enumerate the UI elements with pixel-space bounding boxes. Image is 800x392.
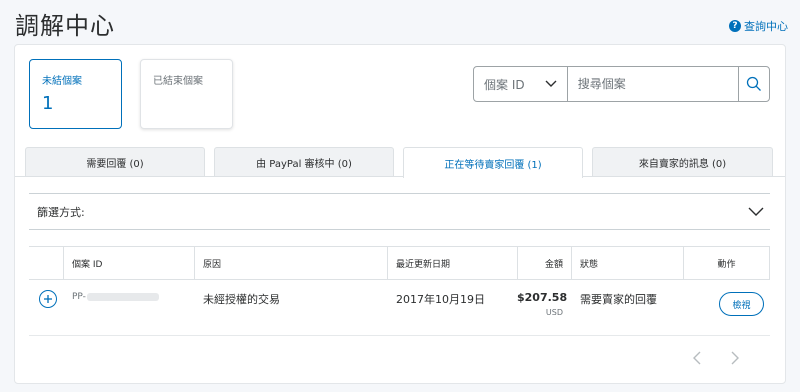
tab-awaiting-seller[interactable]: 正在等待賣家回覆 (1) — [403, 147, 583, 178]
search-type-value: 個案 ID — [484, 77, 525, 92]
tab-action-required[interactable]: 需要回覆 (0) — [25, 147, 205, 177]
prev-page-button[interactable] — [692, 350, 702, 369]
chevron-down-icon — [545, 80, 557, 87]
open-cases-count: 1 — [42, 93, 54, 114]
amount-value: $207.58 — [517, 291, 568, 304]
chevron-right-icon — [731, 351, 739, 365]
search-input[interactable] — [567, 67, 738, 101]
filter-label: 篩選方式: — [37, 205, 85, 219]
open-cases-label: 未結個案 — [42, 76, 82, 87]
case-id-prefix: PP- — [72, 292, 86, 302]
cases-table: 個案 ID 原因 最近更新日期 金額 狀態 動作 PP- 未經授權的交易 201… — [29, 246, 770, 336]
help-center-link[interactable]: ? 查詢中心 — [729, 18, 788, 34]
next-page-button[interactable] — [730, 350, 740, 369]
column-header-updated: 最近更新日期 — [387, 247, 517, 280]
chevron-left-icon — [693, 351, 701, 365]
search-icon — [746, 76, 761, 91]
closed-cases-card[interactable]: 已結束個案 — [140, 59, 233, 129]
table-header: 個案 ID 原因 最近更新日期 金額 狀態 動作 — [29, 246, 770, 280]
filter-bar[interactable]: 篩選方式: — [29, 193, 770, 230]
case-status: 需要賣家的回覆 — [580, 293, 657, 306]
search-button[interactable] — [737, 67, 769, 101]
case-id: PP- — [72, 292, 159, 302]
tab-divider — [15, 176, 785, 177]
tab-under-review[interactable]: 由 PayPal 審核中 (0) — [214, 147, 394, 177]
plus-icon — [44, 295, 52, 303]
case-search: 個案 ID — [473, 66, 770, 102]
column-header-status: 狀態 — [571, 247, 683, 280]
search-type-select[interactable]: 個案 ID — [474, 67, 568, 101]
column-header-reason: 原因 — [194, 247, 387, 280]
case-amount: $207.58 USD — [517, 291, 568, 317]
closed-cases-label: 已結束個案 — [153, 76, 203, 87]
column-header-case-id: 個案 ID — [63, 247, 194, 280]
case-reason: 未經授權的交易 — [203, 293, 280, 306]
column-header-amount: 金額 — [517, 247, 571, 280]
main-panel: 未結個案 1 已結束個案 個案 ID 需要回覆 (0) 由 PayPal 審核中… — [14, 44, 786, 384]
table-row: PP- 未經授權的交易 2017年10月19日 $207.58 USD 需要賣家… — [29, 280, 770, 336]
chevron-down-icon — [748, 207, 764, 216]
case-id-redacted — [86, 292, 159, 301]
help-icon: ? — [729, 20, 741, 32]
help-center-label: 查詢中心 — [744, 20, 788, 33]
amount-currency: USD — [545, 308, 563, 317]
case-tabs: 需要回覆 (0) 由 PayPal 審核中 (0) 正在等待賣家回覆 (1) 來… — [25, 147, 775, 178]
view-case-button[interactable]: 檢視 — [719, 292, 764, 316]
open-cases-card[interactable]: 未結個案 1 — [29, 59, 122, 129]
column-header-action: 動作 — [683, 247, 770, 280]
expand-row-button[interactable] — [39, 290, 57, 308]
page-title: 調解中心 — [15, 12, 115, 40]
case-updated-date: 2017年10月19日 — [396, 293, 485, 306]
tab-seller-messages[interactable]: 來自賣家的訊息 (0) — [592, 147, 773, 177]
